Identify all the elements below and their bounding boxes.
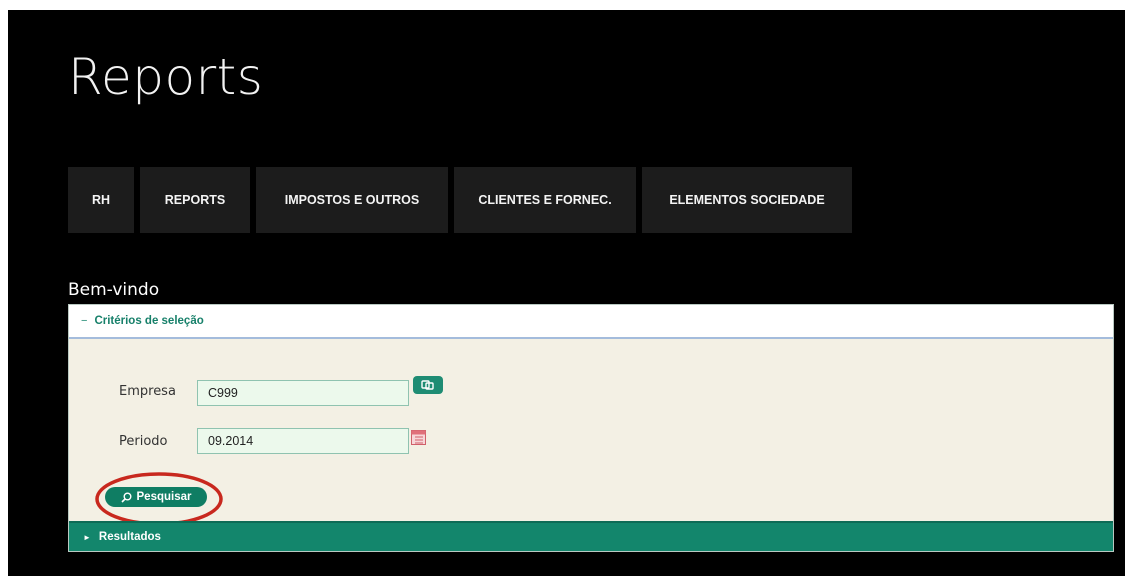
criteria-header[interactable]: − Critérios de seleção — [69, 305, 1113, 339]
expand-icon[interactable]: ► — [83, 533, 91, 542]
collapse-icon[interactable]: − — [81, 315, 87, 327]
page-title: Reports — [68, 48, 264, 106]
lookup-button[interactable] — [413, 376, 443, 394]
periodo-input[interactable] — [197, 428, 409, 454]
criteria-title: Critérios de seleção — [94, 315, 204, 327]
welcome-heading: Bem-vindo — [68, 280, 160, 300]
lookup-icon — [421, 380, 434, 390]
nav-tab-impostos[interactable]: IMPOSTOS E OUTROS — [256, 167, 448, 233]
magnifier-icon — [120, 492, 131, 503]
nav-tab-clientes[interactable]: CLIENTES E FORNEC. — [454, 167, 636, 233]
results-title: Resultados — [98, 531, 161, 543]
periodo-label: Periodo — [119, 434, 168, 449]
empresa-input[interactable] — [197, 380, 409, 406]
nav-tab-reports[interactable]: REPORTS — [140, 167, 250, 233]
empresa-label: Empresa — [119, 384, 176, 399]
results-header[interactable]: ► Resultados — [69, 521, 1113, 551]
main-nav: RH REPORTS IMPOSTOS E OUTROS CLIENTES E … — [68, 167, 852, 233]
selection-criteria-panel: − Critérios de seleção Empresa Periodo — [68, 304, 1114, 552]
search-button-label: Pesquisar — [136, 491, 192, 503]
app-screen: Reports RH REPORTS IMPOSTOS E OUTROS CLI… — [8, 10, 1125, 576]
calendar-icon[interactable] — [411, 429, 426, 445]
search-button[interactable]: Pesquisar — [105, 487, 207, 507]
nav-tab-elementos[interactable]: ELEMENTOS SOCIEDADE — [642, 167, 852, 233]
nav-tab-rh[interactable]: RH — [68, 167, 134, 233]
